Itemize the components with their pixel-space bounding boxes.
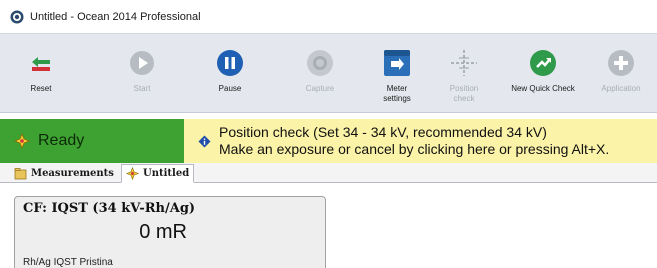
capture-label: Capture xyxy=(305,84,335,93)
info-diamond-icon xyxy=(198,135,211,147)
capture-icon xyxy=(305,48,335,78)
card-subtitle: Rh/Ag IQST Pristina xyxy=(23,257,113,268)
pause-button[interactable]: Pause xyxy=(198,48,262,110)
reset-icon xyxy=(26,48,56,78)
start-button[interactable]: Start xyxy=(110,48,174,110)
status-bar: Ready Position check (Set 34 - 34 kV, re… xyxy=(0,113,657,163)
tab-measurements[interactable]: Measurements xyxy=(10,164,118,183)
measurement-card[interactable]: CF: IQST (34 kV-Rh/Ag) 0 mR Rh/Ag IQST P… xyxy=(14,196,326,268)
application-button[interactable]: Application xyxy=(589,48,653,110)
crosshair-icon xyxy=(449,48,479,78)
new-quick-check-button[interactable]: New Quick Check xyxy=(499,48,587,110)
card-title: CF: IQST (34 kV-Rh/Ag) xyxy=(23,201,196,216)
pause-label: Pause xyxy=(218,84,242,93)
new-quick-check-icon xyxy=(528,48,558,78)
start-label: Start xyxy=(133,84,151,93)
ready-status: Ready xyxy=(0,119,184,163)
tab-untitled[interactable]: Untitled xyxy=(121,164,195,183)
title-bar: Untitled - Ocean 2014 Professional xyxy=(0,0,657,33)
window-title: Untitled - Ocean 2014 Professional xyxy=(30,10,201,23)
measurement-value: 0 mR xyxy=(139,221,187,243)
position-check-label: Position check xyxy=(449,84,479,103)
application-label: Application xyxy=(601,84,641,93)
ocean-app-icon xyxy=(10,10,24,23)
status-message: Position check (Set 34 - 34 kV, recommen… xyxy=(219,124,610,157)
sparkle-icon xyxy=(126,167,139,180)
add-icon xyxy=(606,48,636,78)
meter-settings-button[interactable]: Meter settings xyxy=(365,48,429,110)
meter-settings-label: Meter settings xyxy=(383,84,411,103)
play-icon xyxy=(127,48,157,78)
tab-measurements-label: Measurements xyxy=(31,168,114,179)
meter-settings-icon xyxy=(382,48,412,78)
ready-label: Ready xyxy=(38,132,85,149)
position-check-button[interactable]: Position check xyxy=(432,48,496,110)
measurements-icon xyxy=(14,168,27,180)
reset-button[interactable]: Reset xyxy=(9,48,73,110)
reset-label: Reset xyxy=(30,84,52,93)
tab-strip: Measurements Untitled xyxy=(0,163,657,183)
toolbar: Reset Start Pause Capture Meter settings… xyxy=(0,33,657,113)
position-check-message[interactable]: Position check (Set 34 - 34 kV, recommen… xyxy=(184,119,657,163)
capture-button[interactable]: Capture xyxy=(288,48,352,110)
new-quick-check-label: New Quick Check xyxy=(511,84,575,93)
pause-icon xyxy=(215,48,245,78)
tab-untitled-label: Untitled xyxy=(143,168,190,179)
sparkle-icon xyxy=(14,133,30,149)
